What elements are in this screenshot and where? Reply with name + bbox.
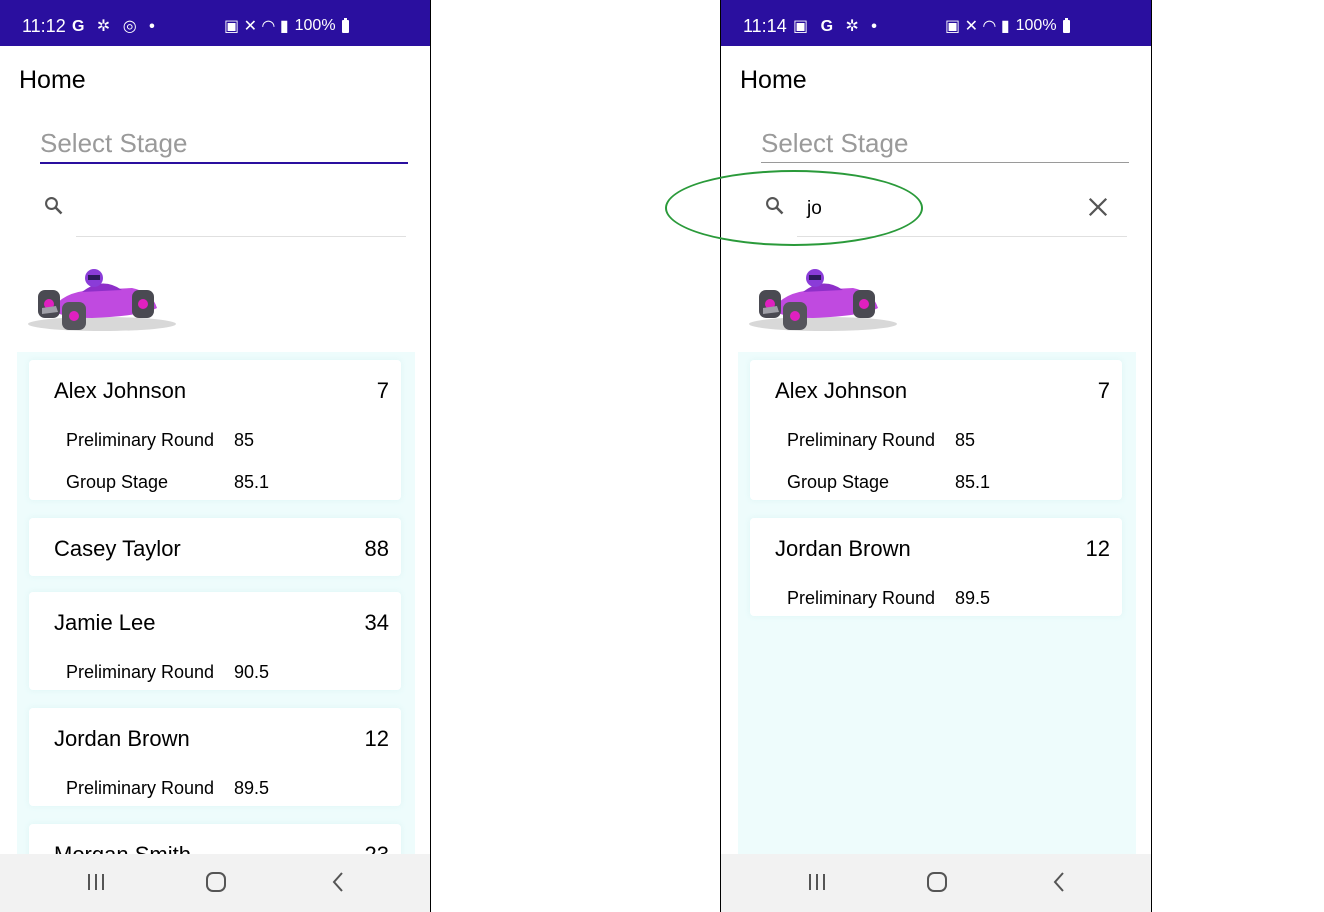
results-list[interactable]: Alex Johnson 7 Preliminary Round 85 Grou… xyxy=(738,352,1136,854)
list-item[interactable]: Jordan Brown 12 Preliminary Round 89.5 xyxy=(29,708,401,806)
battery-percent: 100% xyxy=(1015,17,1057,34)
home-icon[interactable] xyxy=(925,870,949,894)
stage-score: 85 xyxy=(234,430,255,450)
search-bar[interactable] xyxy=(38,190,406,237)
list-item[interactable]: Jamie Lee 34 Preliminary Round 90.5 xyxy=(29,592,401,690)
list-item[interactable]: Morgan Smith 23 xyxy=(29,824,401,854)
stage-label: Preliminary Round xyxy=(787,430,936,450)
home-icon[interactable] xyxy=(204,870,228,894)
page-title: Home xyxy=(740,66,807,94)
search-underline xyxy=(76,236,406,237)
stage-score: 89.5 xyxy=(234,778,270,798)
competitor-name: Alex Johnson xyxy=(54,378,187,403)
stage-score: 89.5 xyxy=(955,588,991,608)
list-item[interactable]: Alex Johnson 7 Preliminary Round 85 Grou… xyxy=(29,360,401,500)
stage-label: Preliminary Round xyxy=(66,662,215,682)
competitor-number: 88 xyxy=(364,536,389,561)
status-right-icons: ▣ ✕ ◠ ▮ 100% xyxy=(224,16,349,36)
stage-label: Group Stage xyxy=(66,472,169,492)
android-nav-bar xyxy=(0,854,430,912)
competitor-number: 7 xyxy=(376,378,389,403)
stage-label: Preliminary Round xyxy=(787,588,936,608)
competitor-name: Alex Johnson xyxy=(775,378,908,403)
clear-icon[interactable] xyxy=(1087,196,1109,218)
search-icon xyxy=(45,197,63,215)
competitor-number: 7 xyxy=(1097,378,1110,403)
status-bar: 11:12 G ✲ ◎ • ▣ ✕ ◠ ▮ 100% xyxy=(0,0,430,46)
battery-icon xyxy=(341,17,349,33)
phone-screen-left: 11:12 G ✲ ◎ • ▣ ✕ ◠ ▮ 100% Home Select S… xyxy=(0,0,431,912)
stage-label: Preliminary Round xyxy=(66,778,215,798)
back-icon[interactable] xyxy=(1047,870,1071,894)
competitor-number: 23 xyxy=(365,842,389,854)
stage-label: Preliminary Round xyxy=(66,430,215,450)
phone-screen-right: 11:14 ▣ G ✲ • ▣ ✕ ◠ ▮ 100% Home Select S… xyxy=(720,0,1152,912)
recents-icon[interactable] xyxy=(84,870,108,894)
android-nav-bar xyxy=(721,854,1151,912)
system-icons: ▣ ✕ ◠ ▮ xyxy=(224,18,289,35)
competitor-name: Jordan Brown xyxy=(775,536,911,561)
stage-label: Group Stage xyxy=(787,472,890,492)
stage-score: 90.5 xyxy=(234,662,270,682)
page-title: Home xyxy=(19,66,86,94)
status-time: 11:14 xyxy=(743,16,787,36)
search-highlight-annotation xyxy=(665,170,923,246)
notification-icons: ▣ G ✲ • xyxy=(793,18,881,35)
competitor-name: Jamie Lee xyxy=(54,610,156,635)
list-item[interactable]: Alex Johnson 7 Preliminary Round 85 Grou… xyxy=(750,360,1122,500)
results-list[interactable]: Alex Johnson 7 Preliminary Round 85 Grou… xyxy=(17,352,415,854)
competitor-number: 12 xyxy=(1085,536,1110,561)
stage-score: 85 xyxy=(955,430,976,450)
select-stage-picker[interactable]: Select Stage xyxy=(40,128,408,164)
competitor-number: 12 xyxy=(364,726,389,751)
recents-icon[interactable] xyxy=(805,870,829,894)
status-time: 11:12 xyxy=(22,16,66,36)
stage-score: 85.1 xyxy=(955,472,991,492)
select-stage-picker[interactable]: Select Stage xyxy=(761,128,1129,163)
select-stage-placeholder: Select Stage xyxy=(761,128,909,158)
list-item[interactable]: Jordan Brown 12 Preliminary Round 89.5 xyxy=(750,518,1122,616)
stage-score: 85.1 xyxy=(234,472,270,492)
system-icons: ▣ ✕ ◠ ▮ xyxy=(945,18,1010,35)
battery-percent: 100% xyxy=(294,17,336,34)
select-stage-placeholder: Select Stage xyxy=(40,128,188,158)
status-right-icons: ▣ ✕ ◠ ▮ 100% xyxy=(945,16,1070,36)
competitor-name: Morgan Smith xyxy=(54,842,191,854)
list-item[interactable]: Casey Taylor 88 xyxy=(29,518,401,576)
notification-icons: G ✲ ◎ • xyxy=(72,18,159,35)
racecar-image xyxy=(749,269,897,331)
back-icon[interactable] xyxy=(326,870,350,894)
battery-icon xyxy=(1062,17,1070,33)
racecar-image xyxy=(28,269,176,331)
competitor-number: 34 xyxy=(364,610,389,635)
competitor-name: Jordan Brown xyxy=(54,726,190,751)
status-bar: 11:14 ▣ G ✲ • ▣ ✕ ◠ ▮ 100% xyxy=(721,0,1151,46)
competitor-name: Casey Taylor xyxy=(54,536,181,561)
